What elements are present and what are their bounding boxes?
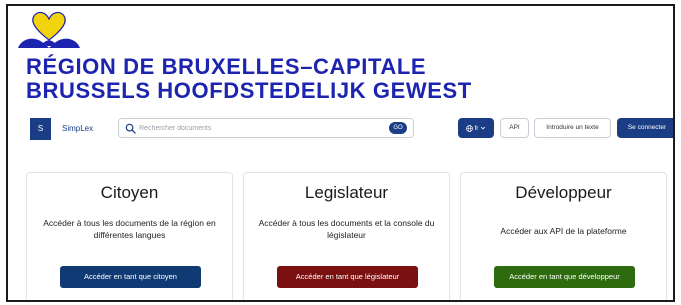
card-title: Citoyen <box>100 183 159 202</box>
card-title: Legislateur <box>304 183 389 202</box>
region-title-nl: BRUSSELS HOOFDSTEDELIJK GEWEST <box>26 78 472 103</box>
card-citizen: Citoyen Accéder à tous les documents de … <box>26 172 233 300</box>
search-bar: GO <box>118 118 414 138</box>
access-as-legislator-button[interactable]: Accéder en tant que législateur <box>277 266 418 288</box>
language-selector[interactable]: fr <box>458 118 494 138</box>
card-developer: Développeur Accéder aux API de la platef… <box>460 172 667 300</box>
card-legislator: Legislateur Accéder à tous les documents… <box>243 172 450 300</box>
brand-name-link[interactable]: SimpLex <box>62 124 93 133</box>
introduce-text-button[interactable]: Introduire un texte <box>534 118 611 138</box>
access-as-developer-button[interactable]: Accéder en tant que développeur <box>494 266 635 288</box>
page-frame: RÉGION DE BRUXELLES–CAPITALE BRUSSELS HO… <box>6 4 675 302</box>
search-go-button[interactable]: GO <box>389 122 407 134</box>
language-label: fr <box>474 124 479 132</box>
login-button[interactable]: Se connecter <box>617 118 673 138</box>
card-description: Accéder aux API de la plateforme <box>500 226 627 236</box>
api-button[interactable]: API <box>500 118 529 138</box>
card-description: Accéder à tous les documents de la régio… <box>43 218 216 240</box>
card-title: Développeur <box>515 183 612 202</box>
app-header: S SimpLex GO fr API Introduire un texte … <box>26 116 673 142</box>
search-input[interactable] <box>139 121 379 135</box>
region-title-fr: RÉGION DE BRUXELLES–CAPITALE <box>26 54 427 79</box>
access-as-citizen-button[interactable]: Accéder en tant que citoyen <box>60 266 201 288</box>
brussels-iris-heart-icon <box>18 11 80 48</box>
search-icon <box>125 123 136 134</box>
brand-logo[interactable]: S <box>30 118 51 140</box>
globe-icon <box>465 124 473 132</box>
card-description: Accéder à tous les documents et la conso… <box>258 218 435 240</box>
chevron-down-icon <box>481 126 486 130</box>
